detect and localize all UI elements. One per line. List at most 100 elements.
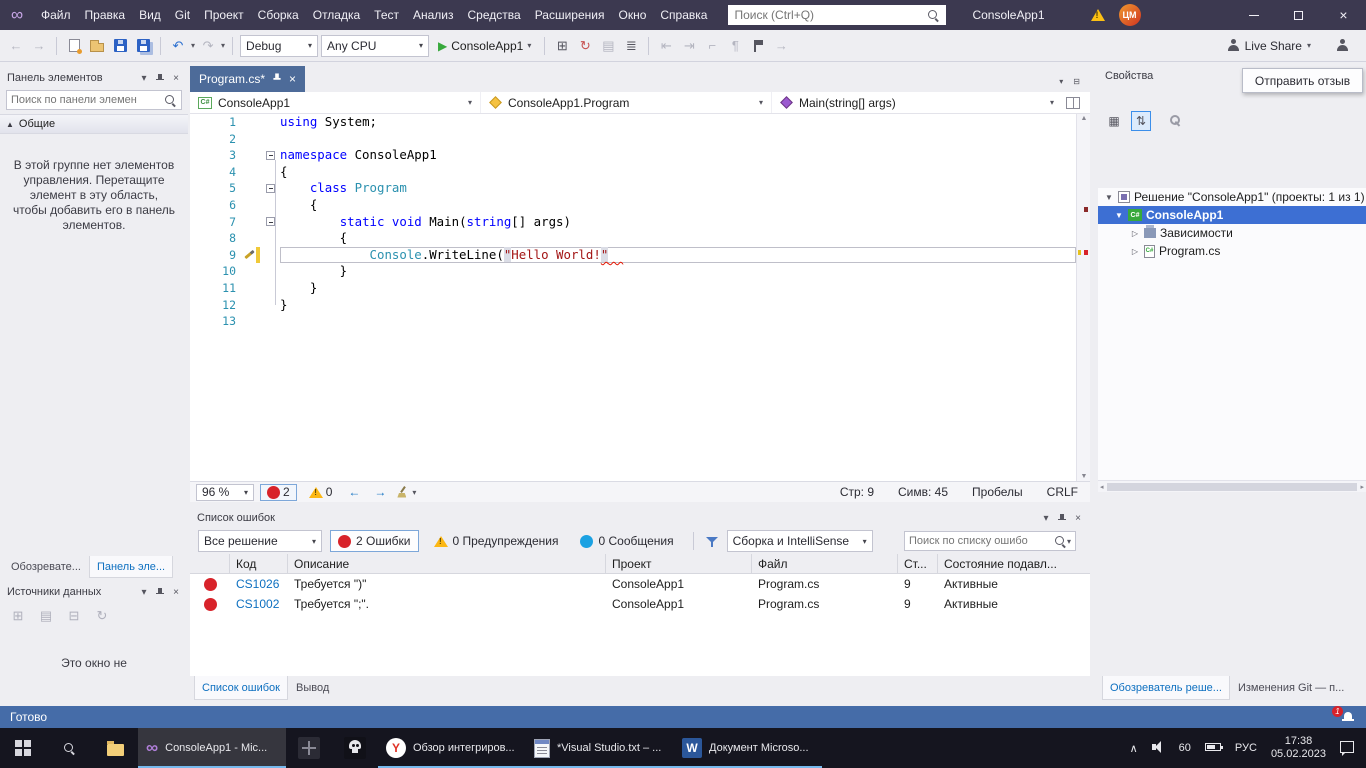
column-project[interactable]: Проект	[606, 554, 752, 574]
menu-window[interactable]: Окно	[611, 0, 653, 30]
tab-error-list[interactable]: Список ошибок	[194, 676, 288, 700]
menu-extensions[interactable]: Расширения	[528, 0, 612, 30]
maximize-button[interactable]	[1276, 0, 1321, 30]
tree-item-dependencies[interactable]: ▷ Зависимости	[1098, 224, 1366, 242]
toolbox-search-input[interactable]	[11, 94, 164, 106]
close-icon[interactable]: ×	[1070, 510, 1086, 526]
taskbar-word-button[interactable]: W Документ Microso...	[674, 728, 822, 768]
error-list-header[interactable]: Список ошибок ▾ ×	[190, 508, 1090, 528]
chevron-down-icon[interactable]: ▾	[136, 70, 152, 86]
menu-tools[interactable]: Средства	[461, 0, 528, 30]
code-line[interactable]: 13	[190, 313, 1090, 330]
previous-issue-icon[interactable]: ←	[344, 485, 364, 499]
error-list-search-input[interactable]	[909, 535, 1054, 547]
new-window-icon[interactable]: ⊞	[552, 36, 572, 56]
menu-build[interactable]: Сборка	[251, 0, 306, 30]
code-line[interactable]: 8 {	[190, 230, 1090, 247]
chevron-down-icon[interactable]: ▾	[136, 584, 152, 600]
battery-icon[interactable]	[1205, 742, 1221, 754]
code-line[interactable]: 2	[190, 131, 1090, 148]
menu-view[interactable]: Вид	[132, 0, 168, 30]
solution-explorer-horizontal-scrollbar[interactable]: ◂ ▸	[1098, 480, 1366, 492]
code-line[interactable]: 1 using System;	[190, 114, 1090, 131]
line-ending-indicator[interactable]: CRLF	[1047, 485, 1078, 499]
expand-icon[interactable]: ▷	[1130, 247, 1140, 256]
quick-search-input[interactable]	[734, 8, 927, 22]
member-dropdown[interactable]: Main(string[] args) ▾	[772, 92, 1062, 113]
scroll-down-icon[interactable]: ▼	[1077, 473, 1090, 480]
column-suppression-state[interactable]: Состояние подавл...	[938, 554, 1090, 574]
data-sources-header[interactable]: Источники данных ▾ ×	[0, 582, 188, 602]
close-icon[interactable]: ×	[289, 72, 296, 86]
live-share-button[interactable]: Live Share ▾	[1227, 39, 1311, 53]
project-dropdown[interactable]: C# ConsoleApp1 ▾	[190, 92, 481, 113]
warnings-toggle-button[interactable]: 0 Предупреждения	[427, 530, 566, 552]
close-window-button[interactable]: ×	[1321, 0, 1366, 30]
filter-icon[interactable]	[706, 535, 719, 548]
indent-decrease-icon[interactable]: ⇤	[656, 36, 676, 56]
code-line[interactable]: 5 class Program	[190, 180, 1090, 197]
code-line[interactable]: 4 {	[190, 164, 1090, 181]
minimize-button[interactable]	[1231, 0, 1276, 30]
menu-edit[interactable]: Правка	[78, 0, 133, 30]
chevron-down-icon[interactable]: ▾	[1038, 510, 1054, 526]
taskbar-notepad-button[interactable]: *Visual Studio.txt – ...	[526, 728, 674, 768]
tab-solution-explorer[interactable]: Обозреватель реше...	[1102, 676, 1230, 700]
navigate-back-icon[interactable]: ←	[6, 36, 26, 56]
error-code-link[interactable]: CS1026	[230, 577, 288, 591]
code-cleanup-button[interactable]: ▾	[396, 486, 416, 499]
taskbar-game-button[interactable]	[286, 728, 332, 768]
undo-chevron-icon[interactable]: ▾	[191, 41, 195, 50]
error-code-link[interactable]: CS1002	[230, 597, 288, 611]
save-icon[interactable]	[110, 36, 130, 56]
notifications-button[interactable]: 1	[1336, 709, 1356, 725]
categorized-icon[interactable]: ▦	[1104, 111, 1124, 131]
float-window-icon[interactable]: ⊟	[1073, 77, 1080, 86]
menu-project[interactable]: Проект	[197, 0, 251, 30]
user-avatar[interactable]: ЦМ	[1119, 4, 1141, 26]
pin-icon[interactable]	[152, 70, 168, 86]
code-line[interactable]: 3 namespace ConsoleApp1	[190, 147, 1090, 164]
taskbar-yandex-browser-button[interactable]: Y Обзор интегриров...	[378, 728, 526, 768]
fold-collapse-icon[interactable]	[266, 184, 275, 193]
start-button[interactable]	[0, 728, 46, 768]
code-line[interactable]: 10 }	[190, 263, 1090, 280]
toolbox-group-header[interactable]: ▲ Общие	[0, 114, 188, 134]
indent-increase-icon[interactable]: ⇥	[679, 36, 699, 56]
next-bookmark-icon[interactable]: →	[771, 36, 791, 56]
column-code[interactable]: Код	[230, 554, 288, 574]
source-filter-dropdown[interactable]: Сборка и IntelliSense ▾	[727, 530, 873, 552]
tree-item-project-consoleapp1[interactable]: ▼ C# ConsoleApp1	[1098, 206, 1366, 224]
menu-test[interactable]: Тест	[367, 0, 406, 30]
configuration-dropdown[interactable]: Debug ▾	[240, 35, 318, 57]
bookmark-icon[interactable]	[748, 36, 768, 56]
clock[interactable]: 17:38 05.02.2023	[1271, 735, 1326, 761]
error-row[interactable]: CS1002 Требуется ";". ConsoleApp1 Progra…	[190, 594, 1090, 614]
taskbar-skull-game-button[interactable]	[332, 728, 378, 768]
error-row[interactable]: CS1026 Требуется ")" ConsoleApp1 Program…	[190, 574, 1090, 594]
file-explorer-button[interactable]	[92, 728, 138, 768]
new-file-icon[interactable]	[64, 36, 84, 56]
comment-icon[interactable]: ⌐	[702, 36, 722, 56]
property-pages-icon[interactable]	[1166, 111, 1186, 131]
language-indicator[interactable]: РУС	[1235, 742, 1257, 754]
document-warnings-button[interactable]: 0	[303, 484, 339, 501]
fold-collapse-icon[interactable]	[266, 217, 275, 226]
code-line[interactable]: 12 }	[190, 297, 1090, 314]
tab-program-cs[interactable]: Program.cs* ×	[190, 66, 305, 92]
expand-icon[interactable]: ▼	[1114, 211, 1124, 220]
code-line-current[interactable]: 9 Console.WriteLine("Hello World!"	[190, 247, 1090, 264]
toolbox-search-box[interactable]	[6, 90, 182, 110]
undo-icon[interactable]: ↶	[168, 36, 188, 56]
save-all-icon[interactable]	[133, 36, 153, 56]
hot-reload-icon[interactable]: ↻	[575, 36, 595, 56]
start-debugging-button[interactable]: ▶ ConsoleApp1 ▾	[432, 34, 537, 58]
code-line[interactable]: 11 }	[190, 280, 1090, 297]
zoom-dropdown[interactable]: 96 % ▾	[196, 484, 254, 501]
tab-output[interactable]: Вывод	[289, 676, 336, 700]
tree-item-program-cs[interactable]: ▷ C# Program.cs	[1098, 242, 1366, 260]
platform-dropdown[interactable]: Any CPU ▾	[321, 35, 429, 57]
redo-icon[interactable]: ↷	[198, 36, 218, 56]
edit-data-source-icon[interactable]: ▤	[36, 606, 56, 626]
pin-icon[interactable]	[152, 584, 168, 600]
